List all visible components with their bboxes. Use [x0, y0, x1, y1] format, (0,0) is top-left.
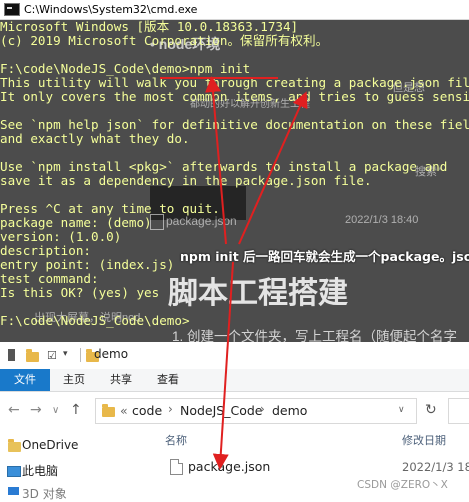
- watermark: CSDN @ZERO丶X: [357, 479, 448, 491]
- arrow-to-package-json: [212, 261, 234, 470]
- arrow-to-cmd-output: [238, 91, 308, 245]
- arrow-to-npm-init: [205, 76, 227, 245]
- annotation-label: npm init 后一路回车就会生成一个package。json: [180, 249, 469, 264]
